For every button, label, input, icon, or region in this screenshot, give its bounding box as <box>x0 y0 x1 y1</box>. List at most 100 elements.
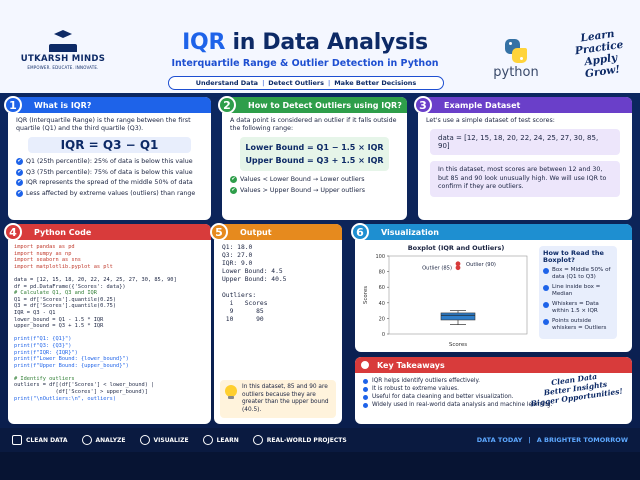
boxplot-chart: Boxplot (IQR and Outliers) 0 20 40 60 80 100 Sc… <box>363 244 528 348</box>
card1-title: What is IQR? <box>8 97 211 113</box>
page-subtitle: Interquartile Range & Outlier Detection … <box>171 58 439 69</box>
pill-detect: Detect Outliers <box>268 79 325 87</box>
card-detect-outliers: How to Detect Outliers using IQR? A data… <box>222 97 407 220</box>
card6-number-badge: 6 <box>351 223 369 241</box>
code-line: outliers = df[(df['Scores'] < lower_boun… <box>14 382 155 389</box>
gear-icon <box>139 435 150 445</box>
code-line: import matplotlib.pyplot as plt <box>14 263 113 270</box>
code-line: Q1 = df['Scores'].quantile(0.25) <box>14 296 117 303</box>
card3-intro: Let's use a simple dataset of test score… <box>426 117 555 124</box>
takeaways-title: Key Takeaways <box>355 357 632 373</box>
x-axis-label: Scores <box>449 342 467 348</box>
card1-number-badge: 1 <box>4 96 22 114</box>
card-visualization: Visualization Boxplot (IQR and Outliers)… <box>355 224 632 352</box>
outlier-label: Outlier (90) <box>466 262 496 268</box>
footer-bar: CLEAN DATA ANALYZE VISUALIZE LEARN REAL-… <box>0 428 640 452</box>
footer-label: ANALYZE <box>95 436 126 444</box>
list-item: Values > Upper Bound → Upper outliers <box>230 186 399 195</box>
bounds-box: Lower Bound = Q1 − 1.5 × IQR Upper Bound… <box>240 137 389 171</box>
target-icon <box>359 359 371 371</box>
y-tick-label: 80 <box>379 270 385 276</box>
card-key-takeaways: Key Takeaways IQR helps identify outlier… <box>355 357 632 424</box>
card4-number: 4 <box>4 223 22 241</box>
globe-icon <box>252 435 263 445</box>
header-slogan: Learn Practice Apply Grow! <box>557 25 640 84</box>
code-line: df = pd.DataFrame({'Scores': data}) <box>14 283 126 290</box>
card-python-code: Python Code import pandas as pd import nu… <box>8 224 211 424</box>
infographic-page: UTKARSH MINDS EMPOWER. EDUCATE. INNOVATE… <box>0 0 640 480</box>
card4-title: Python Code <box>8 224 211 240</box>
y-tick-label: 40 <box>379 301 385 307</box>
title-accent: IQR <box>182 30 226 55</box>
y-tick-label: 60 <box>379 285 385 291</box>
footer-tagline-right: A BRIGHTER TOMORROW <box>536 436 628 444</box>
footer-tagline-sep: | <box>528 436 531 444</box>
output-note: In this dataset, 85 and 90 are outliers … <box>220 380 336 418</box>
code-line: print(f"Lower Bound: {lower_bound}") <box>14 356 129 363</box>
outlier-point <box>455 261 461 267</box>
list-item: Points outside whiskers = Outliers <box>543 318 613 332</box>
card3-number: 3 <box>414 96 432 114</box>
howto-title: How to Read the Boxplot? <box>543 249 604 264</box>
bar-chart-icon <box>12 435 22 445</box>
code-line: print("\nOutliers:\n", outliers) <box>14 395 117 402</box>
footer-item-analyze: ANALYZE <box>81 435 126 445</box>
pill-understand: Understand Data <box>195 79 259 87</box>
list-item: Less affected by extreme values (outlier… <box>16 189 203 198</box>
code-line: print(f"Q3: {Q3}") <box>14 342 72 349</box>
card4-number-badge: 4 <box>4 223 22 241</box>
bottom-band <box>0 452 640 480</box>
y-tick-label: 100 <box>375 254 385 260</box>
code-line: import numpy as np <box>14 250 72 257</box>
code-line: upper_bound = Q3 + 1.5 * IQR <box>14 323 104 330</box>
card5-number: 5 <box>210 223 228 241</box>
code-line: (df['Scores'] > upper_bound)] <box>14 389 148 396</box>
footer-item-projects: REAL-WORLD PROJECTS <box>252 435 347 445</box>
card-example-dataset: Example Dataset Let's use a simple datas… <box>418 97 632 220</box>
python-logo: python <box>488 38 544 80</box>
iqr-box <box>440 312 476 321</box>
title-rest: in Data Analysis <box>232 30 428 55</box>
y-tick-label: 20 <box>379 316 385 322</box>
code-line: import seaborn as sns <box>14 257 81 264</box>
footer-item-visualize: VISUALIZE <box>139 435 189 445</box>
list-item: Widely used in real-world data analysis … <box>363 401 624 409</box>
list-item: Q1 (25th percentile): 25% of data is bel… <box>16 158 203 166</box>
code-line: IQR = Q3 - Q1 <box>14 309 56 316</box>
footer-label: LEARN <box>216 436 239 444</box>
page-title: IQR in Data Analysis <box>150 30 460 55</box>
card6-number: 6 <box>351 223 369 241</box>
card1-intro: IQR (Interquartile Range) is the range b… <box>16 117 191 132</box>
footer-tagline: DATA TODAY | A BRIGHTER TOMORROW <box>477 428 628 452</box>
graduation-cap-icon <box>46 30 80 52</box>
footer-item-clean-data: CLEAN DATA <box>12 435 68 445</box>
pill-separator: | <box>262 79 265 87</box>
brand-name: UTKARSH MINDS <box>20 54 106 64</box>
brand-logo: UTKARSH MINDS EMPOWER. EDUCATE. INNOVATE… <box>18 30 108 70</box>
list-item: IQR represents the spread of the middle … <box>16 179 203 187</box>
card-what-is-iqr: What is IQR? IQR (Interquartile Range) i… <box>8 97 211 220</box>
code-line: # Identify outliers <box>14 375 75 382</box>
card3-title: Example Dataset <box>418 97 632 113</box>
lightbulb-icon <box>225 385 237 399</box>
card-output: Output Q1: 18.0 Q3: 27.0 IQR: 9.0 Lower … <box>214 224 342 424</box>
bulb-icon <box>202 435 213 445</box>
pill-bar: Understand Data | Detect Outliers | Make… <box>168 76 444 90</box>
code-line: print(f"IQR: {IQR}") <box>14 349 78 356</box>
lower-bound-formula: Lower Bound = Q1 − 1.5 × IQR <box>245 143 384 152</box>
list-item: Box = Middle 50% of data (Q1 to Q3) <box>543 267 613 281</box>
card6-title: Visualization <box>355 224 632 240</box>
footer-label: REAL-WORLD PROJECTS <box>266 436 347 444</box>
dataset-box: data = [12, 15, 18, 20, 22, 24, 25, 27, … <box>430 129 620 155</box>
card2-intro: A data point is considered an outlier if… <box>230 117 397 132</box>
code-line: lower_bound = Q1 - 1.5 * IQR <box>14 316 104 323</box>
iqr-formula: IQR = Q3 − Q1 <box>28 137 191 153</box>
card2-number: 2 <box>218 96 236 114</box>
footer-tagline-left: DATA TODAY <box>476 436 523 444</box>
list-item: Q3 (75th percentile): 75% of data is bel… <box>16 168 203 177</box>
footer-label: VISUALIZE <box>153 436 189 444</box>
card2-number-badge: 2 <box>218 96 236 114</box>
